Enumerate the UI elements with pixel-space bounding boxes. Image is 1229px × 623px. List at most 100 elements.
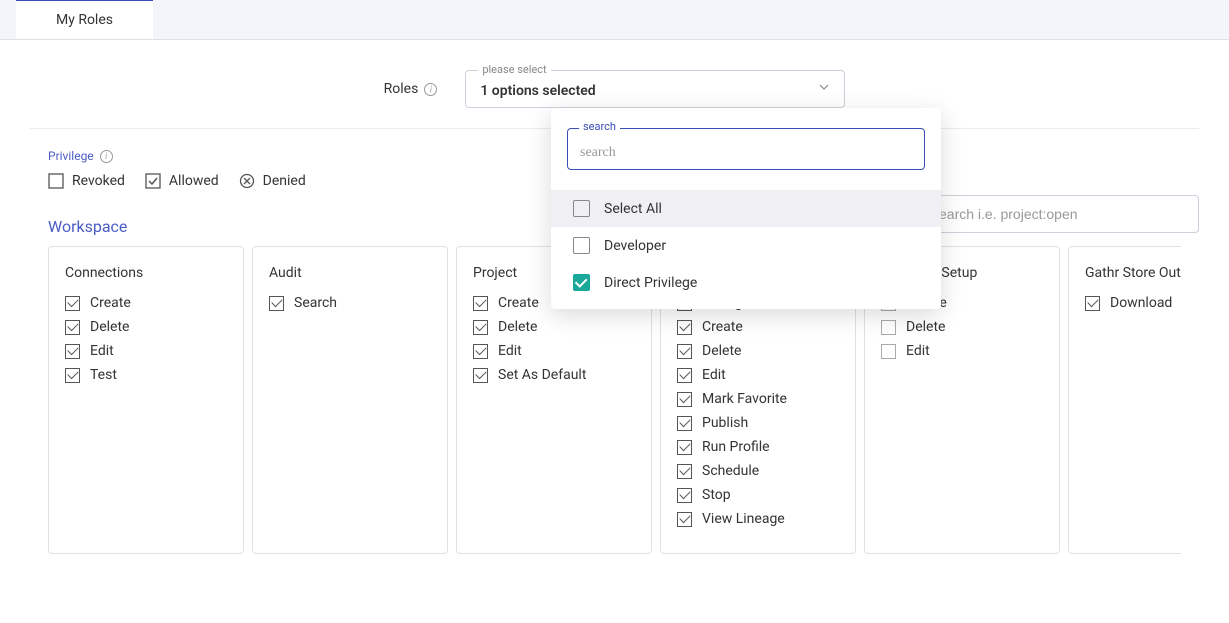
allowed-icon[interactable] [677, 368, 692, 383]
privilege-item[interactable]: Stop [677, 487, 839, 503]
privilege-item-label: Stop [702, 487, 731, 503]
privilege-item-label: Run Profile [702, 439, 770, 455]
dropdown-option-label: Developer [604, 238, 666, 254]
legend-allowed: Allowed [145, 173, 219, 189]
checkbox-icon[interactable] [573, 237, 590, 254]
roles-selected-value: 1 options selected [480, 83, 595, 99]
legend-denied-label: Denied [263, 173, 306, 189]
allowed-icon[interactable] [677, 512, 692, 527]
allowed-icon[interactable] [65, 368, 80, 383]
privilege-item-label: Download [1110, 295, 1172, 311]
privilege-item-label: Edit [702, 367, 726, 383]
denied-icon [239, 173, 255, 189]
privilege-card: Audit Search [252, 246, 448, 554]
privilege-item-label: Delete [906, 319, 945, 335]
privilege-item-label: View Lineage [702, 511, 785, 527]
privilege-item-label: Delete [702, 343, 741, 359]
revoked-icon[interactable] [881, 320, 896, 335]
card-title: Gathr Store Output [1085, 265, 1181, 281]
privilege-item[interactable]: Mark Favorite [677, 391, 839, 407]
allowed-icon[interactable] [473, 368, 488, 383]
privilege-item[interactable]: Edit [881, 343, 1043, 359]
allowed-icon[interactable] [473, 320, 488, 335]
allowed-icon[interactable] [677, 320, 692, 335]
card-title: Connections [65, 265, 227, 281]
privilege-item-label: Schedule [702, 463, 759, 479]
legend-revoked: Revoked [48, 173, 125, 189]
privilege-card: Connections Create Delete Edit Test [48, 246, 244, 554]
checkbox-icon[interactable] [573, 274, 590, 291]
privilege-item-label: Set As Default [498, 367, 586, 383]
tab-bar: My Roles [0, 0, 1229, 40]
dropdown-option[interactable]: Developer [551, 227, 941, 264]
privilege-item[interactable]: Edit [677, 367, 839, 383]
privilege-item[interactable]: Delete [65, 319, 227, 335]
privilege-item[interactable]: Publish [677, 415, 839, 431]
allowed-icon[interactable] [65, 320, 80, 335]
revoked-icon [48, 173, 64, 189]
privilege-item[interactable]: Download [1085, 295, 1181, 311]
privilege-item[interactable]: Edit [473, 343, 635, 359]
privilege-item-label: Edit [498, 343, 522, 359]
privilege-item[interactable]: Test [65, 367, 227, 383]
allowed-icon[interactable] [473, 296, 488, 311]
tab-my-roles[interactable]: My Roles [16, 0, 153, 39]
privilege-item-label: Delete [498, 319, 537, 335]
privilege-item-label: Mark Favorite [702, 391, 787, 407]
privilege-item[interactable]: Search [269, 295, 431, 311]
checkbox-icon[interactable] [573, 200, 590, 217]
privilege-item-label: Edit [906, 343, 930, 359]
privilege-item[interactable]: Delete [881, 319, 1043, 335]
info-icon[interactable]: i [100, 150, 113, 163]
privilege-label-text: Privilege [48, 149, 94, 163]
allowed-icon[interactable] [677, 344, 692, 359]
allowed-icon[interactable] [269, 296, 284, 311]
allowed-icon[interactable] [1085, 296, 1100, 311]
allowed-icon[interactable] [677, 392, 692, 407]
allowed-icon[interactable] [473, 344, 488, 359]
allowed-icon[interactable] [677, 464, 692, 479]
allowed-icon[interactable] [65, 296, 80, 311]
privilege-item[interactable]: Delete [677, 343, 839, 359]
legend-allowed-label: Allowed [169, 173, 219, 189]
dropdown-option-label: Select All [604, 201, 662, 217]
allowed-icon[interactable] [677, 488, 692, 503]
dropdown-search-label: search [579, 120, 620, 133]
privilege-item[interactable]: Schedule [677, 463, 839, 479]
allowed-icon[interactable] [677, 416, 692, 431]
privilege-item[interactable]: Edit [65, 343, 227, 359]
privilege-item-label: Edit [90, 343, 114, 359]
privilege-item-label: Delete [90, 319, 129, 335]
dropdown-option[interactable]: Select All [551, 190, 941, 227]
roles-dropdown-panel: search Select All Developer Direct Privile… [551, 108, 941, 309]
privilege-item[interactable]: View Lineage [677, 511, 839, 527]
privilege-item[interactable]: Delete [473, 319, 635, 335]
privilege-search-input[interactable] [919, 195, 1199, 233]
allowed-icon [145, 173, 161, 189]
privilege-item[interactable]: Create [677, 319, 839, 335]
privilege-card: Gathr Store Output Download [1068, 246, 1181, 554]
legend-denied: Denied [239, 173, 306, 189]
privilege-item-label: Search [294, 295, 337, 311]
privilege-item[interactable]: Run Profile [677, 439, 839, 455]
allowed-icon[interactable] [65, 344, 80, 359]
card-title: Audit [269, 265, 431, 281]
dropdown-option-list: Select All Developer Direct Privilege [551, 184, 941, 301]
privilege-item-label: Create [498, 295, 539, 311]
dropdown-option[interactable]: Direct Privilege [551, 264, 941, 301]
roles-label-text: Roles [384, 81, 419, 97]
allowed-icon[interactable] [677, 440, 692, 455]
privilege-item[interactable]: Set As Default [473, 367, 635, 383]
revoked-icon[interactable] [881, 344, 896, 359]
dropdown-option-label: Direct Privilege [604, 275, 697, 291]
legend-revoked-label: Revoked [72, 173, 125, 189]
privilege-item[interactable]: Create [65, 295, 227, 311]
dropdown-search-input[interactable] [567, 128, 925, 170]
chevron-down-icon [818, 81, 830, 97]
privilege-item-label: Publish [702, 415, 748, 431]
privilege-item-label: Test [90, 367, 117, 383]
privilege-item-label: Create [90, 295, 131, 311]
privilege-item-label: Create [702, 319, 743, 335]
info-icon[interactable]: i [424, 83, 437, 96]
roles-select[interactable]: please select 1 options selected [465, 70, 845, 108]
